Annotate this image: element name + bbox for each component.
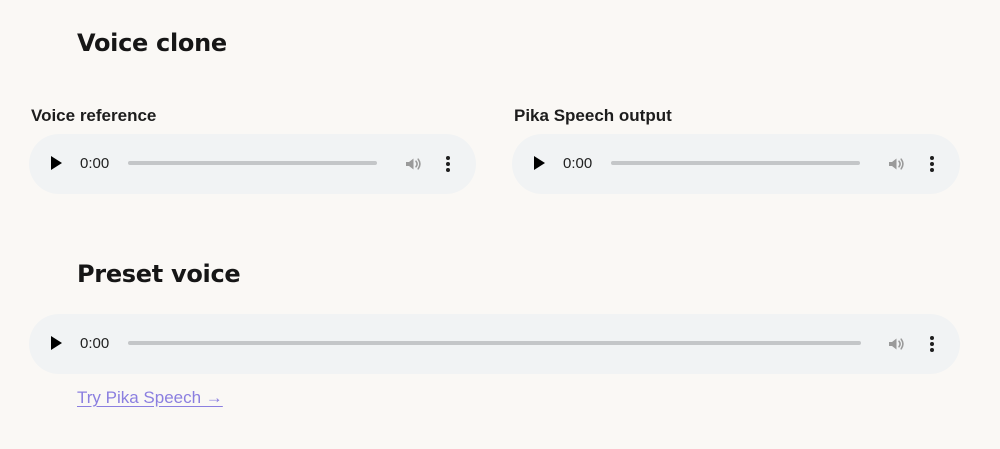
voice-clone-title: Voice clone [77,29,227,57]
pika-speech-output-audio-player[interactable]: 0:00 [512,134,960,194]
volume-icon[interactable] [886,334,906,354]
more-options-icon[interactable] [922,154,942,174]
more-options-icon[interactable] [438,154,458,174]
volume-icon[interactable] [403,154,423,174]
volume-icon[interactable] [886,154,906,174]
play-icon[interactable] [534,156,545,170]
progress-bar[interactable] [128,341,861,345]
preset-voice-title: Preset voice [77,260,241,288]
current-time: 0:00 [563,155,593,172]
voice-reference-label: Voice reference [31,106,157,125]
try-pika-speech-link[interactable]: Try Pika Speech → [77,388,223,408]
current-time: 0:00 [80,155,110,172]
play-icon[interactable] [51,156,62,170]
pika-speech-output-label: Pika Speech output [514,106,672,125]
play-icon[interactable] [51,336,62,350]
current-time: 0:00 [80,335,110,352]
more-options-icon[interactable] [922,334,942,354]
progress-bar[interactable] [611,161,860,165]
voice-reference-audio-player[interactable]: 0:00 [29,134,476,194]
progress-bar[interactable] [128,161,377,165]
preset-voice-audio-player[interactable]: 0:00 [29,314,960,374]
